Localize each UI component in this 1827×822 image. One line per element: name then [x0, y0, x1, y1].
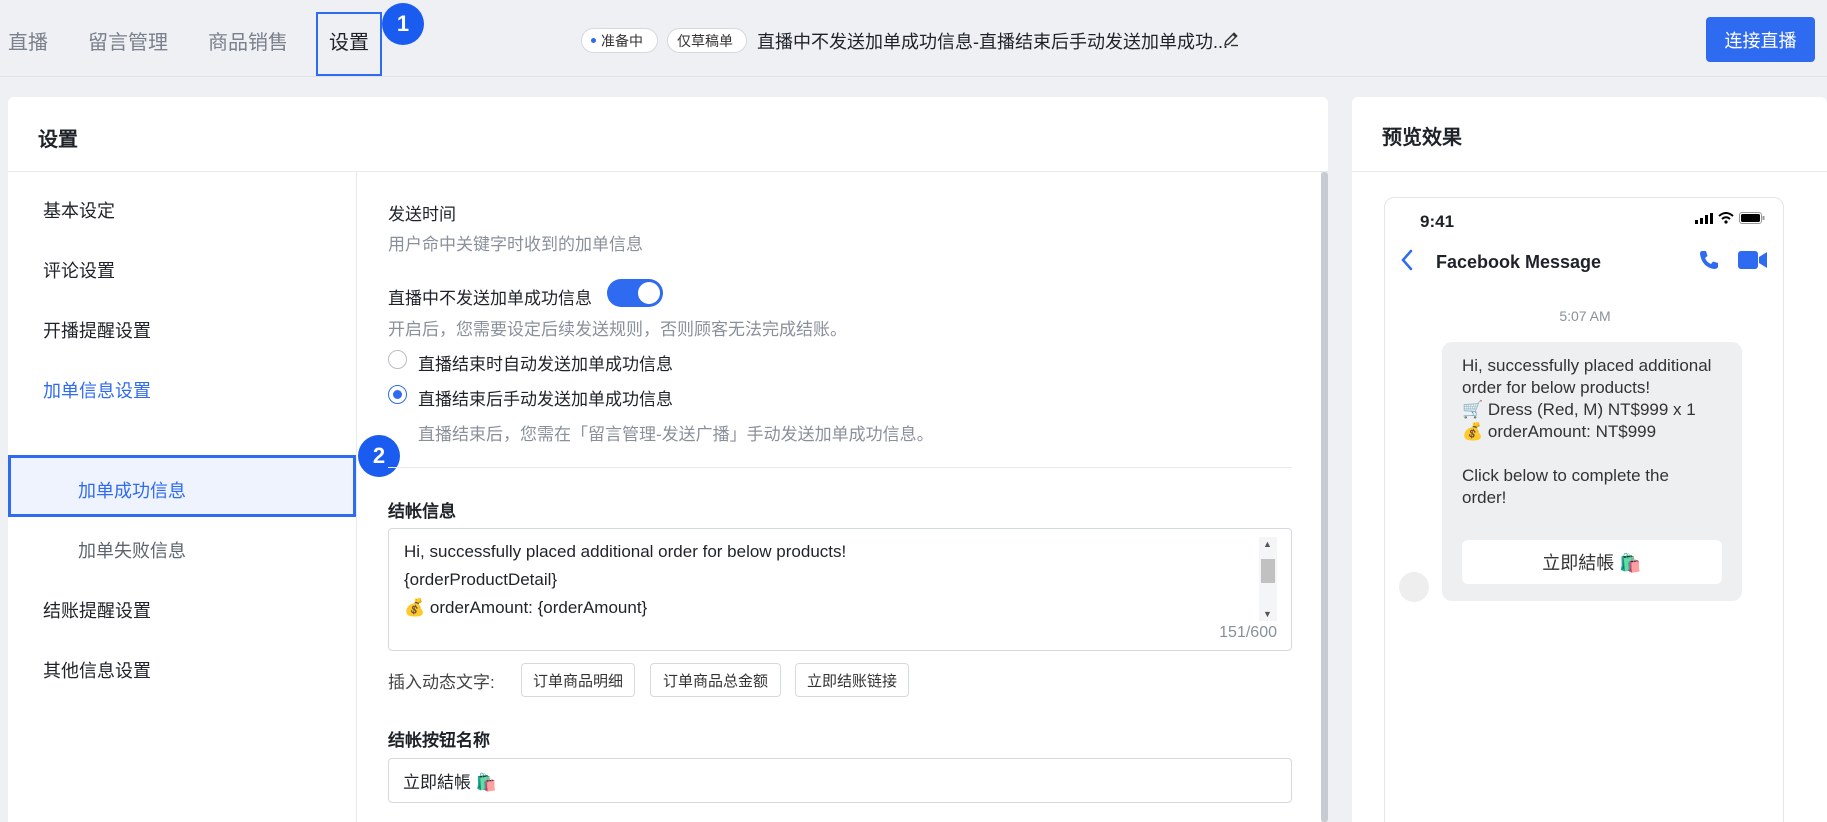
draft-badge-label: 仅草稿单 — [677, 32, 733, 49]
status-icons — [1695, 212, 1765, 224]
insert-dynamic-label: 插入动态文字: — [388, 673, 495, 692]
insert-order-amount-chip[interactable]: 订单商品总金额 — [650, 663, 781, 697]
manual-send-hint: 直播结束后，您需在「留言管理-发送广播」手动发送加单成功信息。 — [418, 425, 934, 444]
toggle-hint: 开启后，您需要设定后续发送规则，否则顾客无法完成结账。 — [388, 320, 847, 339]
draft-badge: 仅草稿单 — [667, 28, 747, 53]
sidebar-item-basic-settings[interactable]: 基本设定 — [43, 197, 115, 223]
radio-auto-send-label[interactable]: 直播结束时自动发送加单成功信息 — [418, 350, 673, 375]
signal-icon — [1695, 212, 1713, 224]
textarea-line: Hi, successfully placed additional order… — [404, 542, 847, 561]
edit-pencil-icon[interactable] — [1222, 30, 1240, 53]
avatar — [1399, 572, 1429, 602]
send-time-hint: 用户命中关键字时收到的加单信息 — [388, 235, 643, 254]
status-badge: 准备中 — [581, 28, 658, 53]
battery-icon — [1739, 212, 1765, 224]
no-send-toggle[interactable] — [607, 279, 663, 307]
sidebar-item-add-order-message[interactable]: 加单信息设置 — [43, 377, 151, 403]
message-timestamp: 5:07 AM — [1559, 308, 1611, 324]
sidebar-item-other-messages[interactable]: 其他信息设置 — [43, 657, 151, 683]
phone-mockup: 9:41 Facebook Message 5:07 AM Hi, succes… — [1384, 197, 1784, 822]
bubble-line: 🛒 Dress (Red, M) NT$999 x 1 — [1462, 400, 1696, 419]
scroll-up-icon[interactable]: ▲ — [1263, 539, 1272, 549]
phone-call-icon[interactable] — [1697, 248, 1721, 277]
settings-header-divider — [8, 171, 1328, 172]
checkout-message-textarea[interactable]: Hi, successfully placed additional order… — [388, 528, 1292, 651]
scroll-down-icon[interactable]: ▼ — [1263, 609, 1272, 619]
preview-header-divider — [1352, 171, 1827, 172]
step-marker-2: 2 — [358, 435, 400, 477]
live-title: 直播中不发送加单成功信息-直播结束后手动发送加单成功... — [757, 32, 1228, 52]
textarea-scrollbar[interactable]: ▲ ▼ — [1259, 537, 1277, 621]
status-dot-icon — [591, 38, 596, 43]
send-time-label: 发送时间 — [388, 205, 456, 224]
step-marker-1: 1 — [382, 3, 424, 45]
settings-panel: 设置 基本设定 评论设置 开播提醒设置 加单信息设置 加单成功信息 加单失败信息… — [8, 97, 1328, 822]
sidebar-item-add-order-success[interactable]: 加单成功信息 — [78, 477, 186, 503]
sidebar-item-checkout-reminder[interactable]: 结账提醒设置 — [43, 597, 151, 623]
bubble-line: Hi, successfully placed additional — [1462, 356, 1712, 375]
checkout-button-name-label: 结帐按钮名称 — [388, 731, 490, 750]
bubble-checkout-button[interactable]: 立即結帳 🛍️ — [1462, 540, 1722, 584]
insert-order-detail-chip[interactable]: 订单商品明细 — [521, 663, 635, 697]
radio-auto-send[interactable] — [388, 350, 407, 369]
preview-panel: 预览效果 9:41 Facebook Message 5:07 AM Hi, s… — [1352, 97, 1827, 822]
checkout-message-label: 结帐信息 — [388, 502, 456, 521]
textarea-line: {orderProductDetail} — [404, 570, 558, 589]
section-divider — [388, 467, 1292, 468]
tab-live[interactable]: 直播 — [8, 26, 48, 55]
toggle-knob — [638, 282, 660, 304]
chat-title: Facebook Message — [1436, 252, 1602, 272]
bubble-line: order for below products! — [1462, 378, 1651, 397]
status-time: 9:41 — [1420, 212, 1455, 231]
radio-manual-send-label[interactable]: 直播结束后手动发送加单成功信息 — [418, 385, 673, 410]
char-count: 151/600 — [1219, 624, 1277, 641]
no-send-toggle-label: 直播中不发送加单成功信息 — [388, 289, 592, 308]
connect-live-button[interactable]: 连接直播 — [1706, 17, 1815, 62]
sidebar-item-add-order-failure[interactable]: 加单失败信息 — [78, 537, 186, 563]
top-bar: 直播 留言管理 商品销售 设置 1 准备中 仅草稿单 直播中不发送加单成功信息-… — [0, 0, 1827, 77]
status-badge-label: 准备中 — [601, 32, 643, 49]
content-scrollbar-thumb[interactable] — [1321, 172, 1328, 822]
checkout-button-name-input[interactable]: 立即結帳 🛍️ — [388, 758, 1292, 803]
tab-settings-highlight — [316, 12, 382, 76]
radio-manual-send[interactable] — [388, 385, 407, 404]
settings-title: 设置 — [38, 129, 78, 151]
bubble-line: order! — [1462, 488, 1507, 507]
bubble-line: 💰 orderAmount: NT$999 — [1462, 422, 1657, 441]
tab-product-sales[interactable]: 商品销售 — [208, 26, 288, 55]
sidebar-item-comment-settings[interactable]: 评论设置 — [43, 257, 115, 283]
preview-title: 预览效果 — [1382, 127, 1462, 149]
tab-comment-management[interactable]: 留言管理 — [88, 26, 168, 55]
bubble-line: Click below to complete the — [1462, 466, 1669, 485]
sidebar-divider — [356, 172, 357, 822]
chat-header: Facebook Message — [1385, 238, 1785, 286]
message-bubble: Hi, successfully placed additional order… — [1442, 342, 1742, 601]
video-call-icon[interactable] — [1738, 250, 1768, 275]
back-chevron-icon[interactable] — [1399, 248, 1415, 277]
insert-checkout-link-chip[interactable]: 立即结账链接 — [795, 663, 909, 697]
sidebar-item-live-reminder[interactable]: 开播提醒设置 — [43, 317, 151, 343]
textarea-line: 💰 orderAmount: {orderAmount} — [404, 598, 648, 617]
textarea-scroll-thumb[interactable] — [1261, 559, 1275, 583]
wifi-icon — [1718, 212, 1734, 224]
